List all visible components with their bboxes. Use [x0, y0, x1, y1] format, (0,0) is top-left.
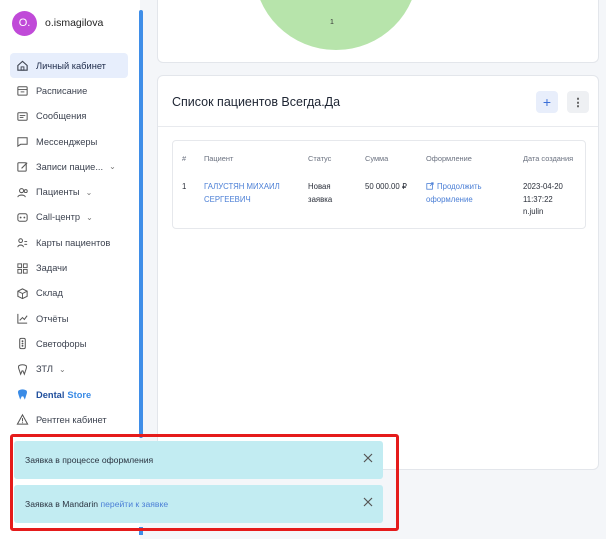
status-line2: заявка	[308, 194, 333, 204]
sidebar-item-label: Склад	[36, 288, 63, 299]
avatar: O.	[12, 10, 37, 36]
phone-icon	[16, 211, 29, 224]
column-header-registration[interactable]: Оформление	[426, 154, 472, 163]
column-header-amount[interactable]: Сумма	[365, 154, 388, 163]
chevron-down-icon: ⌄	[109, 162, 116, 172]
notification-text: Заявка в Mandarin перейти к заявке	[25, 499, 168, 509]
dental-store-label-part1: Dental	[36, 389, 65, 400]
dental-store-icon	[16, 388, 29, 401]
edit-icon	[16, 160, 29, 173]
patients-table: # Пациент Статус Сумма Оформление Дата с…	[172, 140, 586, 229]
dental-store-label-part2: Store	[67, 389, 92, 400]
sidebar-item-label: Светофоры	[36, 338, 87, 349]
external-link-icon	[426, 182, 434, 190]
sidebar-item-label: Пациенты	[36, 187, 80, 198]
sidebar-item-patient-records[interactable]: Записи пацие... ⌄	[10, 154, 128, 179]
amount-cell: 50 000.00 ₽	[365, 182, 407, 191]
patient-cards-icon	[16, 236, 29, 249]
tooth-icon	[16, 363, 29, 376]
sidebar-scrollbar[interactable]	[139, 10, 143, 438]
sidebar-item-label: ЗТЛ	[36, 364, 53, 375]
column-header-patient[interactable]: Пациент	[204, 154, 233, 163]
sidebar-item-patient-cards[interactable]: Карты пациентов	[10, 230, 128, 255]
close-icon[interactable]	[361, 495, 375, 509]
pie-slice	[254, 0, 418, 50]
sidebar-item-reports[interactable]: Отчёты	[10, 306, 128, 331]
sidebar-item-label: Записи пацие...	[36, 161, 104, 172]
action-line1: Продолжить	[437, 182, 482, 191]
message-icon	[16, 110, 29, 123]
column-header-created-date[interactable]: Дата создания	[523, 154, 573, 163]
sidebar-item-ztl[interactable]: ЗТЛ ⌄	[10, 357, 128, 382]
sidebar-item-label: Сообщения	[36, 111, 87, 122]
sidebar-item-personal-cabinet[interactable]: Личный кабинет	[10, 53, 128, 79]
patients-card: Список пациентов Всегда.Да + ⋮ # Пациент…	[157, 75, 599, 470]
patient-name-link[interactable]: ГАЛУСТЯН МИХАИЛ СЕРГЕЕВИЧ	[204, 181, 280, 206]
sidebar-item-label: Отчёты	[36, 313, 69, 324]
go-to-request-link[interactable]: перейти к заявке	[100, 499, 168, 509]
sidebar-item-label: Карты пациентов	[36, 237, 111, 248]
sidebar-item-xray-room[interactable]: Рентген кабинет	[10, 407, 128, 432]
chat-icon	[16, 135, 29, 148]
sidebar-item-messengers[interactable]: Мессенджеры	[10, 129, 128, 154]
column-header-status[interactable]: Статус	[308, 154, 331, 163]
sidebar-item-warehouse[interactable]: Склад	[10, 281, 128, 306]
sidebar-item-label: Мессенджеры	[36, 136, 98, 147]
row-number: 1	[182, 182, 187, 191]
sidebar-item-patients[interactable]: Пациенты ⌄	[10, 179, 128, 204]
username: o.ismagilova	[45, 17, 104, 29]
sidebar-item-label: Задачи	[36, 263, 68, 274]
tasks-icon	[16, 262, 29, 275]
sidebar-nav: Личный кабинет Расписание Сообщения Месс…	[10, 53, 128, 432]
created-date: 2023-04-20	[523, 182, 563, 191]
sidebar-item-tasks[interactable]: Задачи	[10, 255, 128, 280]
created-author: n.julin	[523, 207, 544, 216]
created-date-cell: 2023-04-20 11:37:22 n.julin	[523, 181, 563, 219]
user-profile[interactable]: O. o.ismagilova	[12, 10, 103, 36]
sidebar-item-messages[interactable]: Сообщения	[10, 104, 128, 129]
patient-name-line1: ГАЛУСТЯН МИХАИЛ	[204, 182, 280, 191]
divider	[158, 126, 598, 127]
add-patient-button[interactable]: +	[536, 91, 558, 113]
close-icon[interactable]	[361, 451, 375, 465]
page-title: Список пациентов Всегда.Да	[172, 95, 341, 109]
users-icon	[16, 186, 29, 199]
sidebar-item-label: Личный кабинет	[36, 60, 106, 71]
calendar-icon	[16, 84, 29, 97]
sidebar-item-label: Рентген кабинет	[36, 414, 107, 425]
action-line2: оформление	[426, 194, 473, 204]
sidebar-item-label: Call-центр	[36, 212, 81, 223]
sidebar-item-dental-store[interactable]: Dental Store	[10, 382, 128, 407]
created-time: 11:37:22	[523, 194, 553, 204]
chevron-down-icon: ⌄	[86, 212, 93, 222]
status-line1: Новая	[308, 182, 331, 191]
more-options-button[interactable]: ⋮	[567, 91, 589, 113]
chart-icon	[16, 312, 29, 325]
continue-registration-link[interactable]: Продолжить оформление	[426, 181, 482, 206]
sidebar-item-traffic-lights[interactable]: Светофоры	[10, 331, 128, 356]
traffic-light-icon	[16, 337, 29, 350]
notification-toast: Заявка в процессе оформления	[14, 441, 383, 479]
sidebar-item-label: Расписание	[36, 85, 88, 96]
notification-message: Заявка в Mandarin	[25, 499, 99, 509]
home-icon	[16, 59, 29, 72]
notification-text: Заявка в процессе оформления	[25, 455, 154, 465]
chart-card: 1	[157, 0, 599, 63]
sidebar-item-schedule[interactable]: Расписание	[10, 78, 128, 103]
pie-label: 1	[330, 19, 334, 26]
chevron-down-icon: ⌄	[59, 364, 66, 374]
patient-name-line2: СЕРГЕЕВИЧ	[204, 194, 251, 204]
chevron-down-icon: ⌄	[85, 187, 93, 197]
box-icon	[16, 287, 29, 300]
notification-toast: Заявка в Mandarin перейти к заявке	[14, 485, 383, 523]
warning-icon	[16, 413, 29, 426]
status-cell: Новая заявка	[308, 181, 332, 206]
column-header-number: #	[182, 154, 187, 163]
sidebar-item-call-center[interactable]: Call-центр ⌄	[10, 205, 128, 230]
